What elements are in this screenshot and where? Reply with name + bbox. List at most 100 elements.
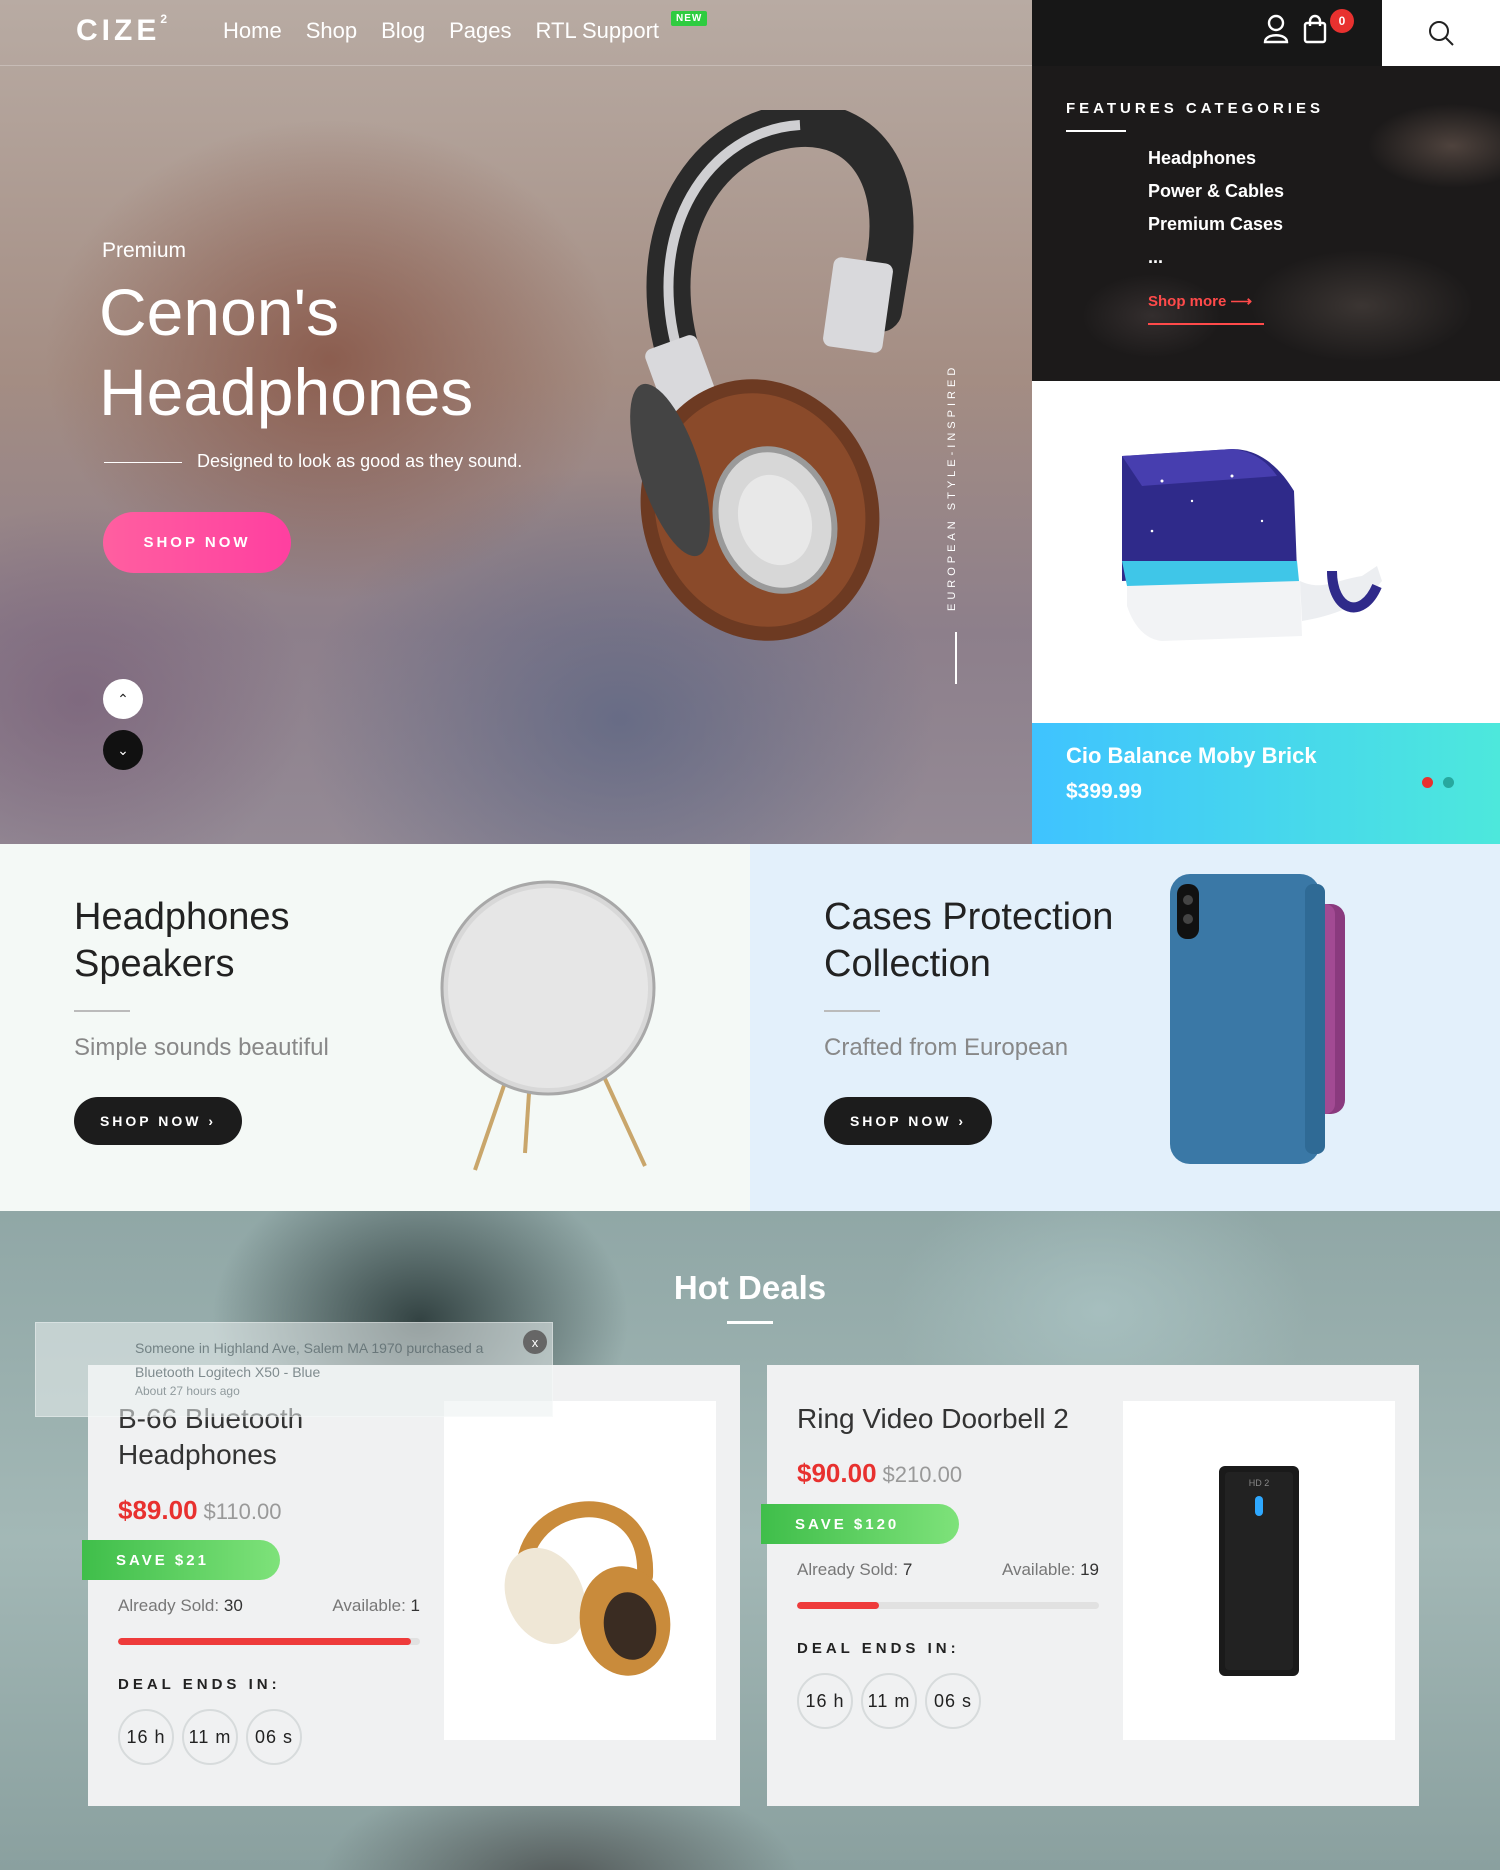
- countdown-minutes: 11 m: [182, 1709, 238, 1765]
- features-title-underline: [1066, 130, 1126, 132]
- slide-prev-button[interactable]: ⌃: [103, 679, 143, 719]
- slider-dot-active[interactable]: [1422, 777, 1433, 788]
- hero-slider: CIZE2 Home Shop Blog Pages RTL Support N…: [0, 0, 1032, 844]
- banner-title: Headphones Speakers: [74, 896, 290, 985]
- doorbell-image: HD 2: [1219, 1465, 1299, 1676]
- banner-cases-protection: Cases Protection Collection Crafted from…: [750, 844, 1500, 1211]
- close-icon: x: [531, 1334, 539, 1350]
- save-badge: SAVE $21: [82, 1540, 280, 1580]
- available-count: Available: 1: [288, 1596, 420, 1616]
- search-button[interactable]: [1382, 0, 1500, 66]
- phone-case-image: [1170, 874, 1345, 1164]
- deal-price: $90.00 $210.00: [797, 1458, 962, 1489]
- hero-shop-now-button[interactable]: SHOP NOW: [103, 512, 291, 573]
- banner-headphones-speakers: Headphones Speakers Simple sounds beauti…: [0, 844, 750, 1211]
- cart-count-badge: 0: [1330, 9, 1354, 33]
- featured-product-price: $399.99: [1066, 780, 1142, 803]
- banner-shop-now-button[interactable]: SHOP NOW ›: [824, 1097, 992, 1145]
- available-label: Available:: [1001, 1560, 1076, 1579]
- deal-product-image[interactable]: HD 2: [1123, 1401, 1395, 1740]
- deal-current-price: $90.00: [797, 1458, 877, 1488]
- feature-item-more: ...: [1148, 247, 1164, 267]
- site-logo[interactable]: CIZE2: [76, 12, 167, 48]
- featured-product-image-box[interactable]: [1032, 381, 1500, 723]
- close-notification-button[interactable]: x: [523, 1330, 547, 1354]
- deal-product-name[interactable]: Ring Video Doorbell 2: [797, 1401, 1097, 1437]
- countdown-hours: 16 h: [118, 1709, 174, 1765]
- nav-rtl-support[interactable]: RTL Support: [536, 18, 660, 44]
- features-title: FEATURES CATEGORIES: [1066, 100, 1324, 117]
- user-icon[interactable]: [1262, 14, 1290, 44]
- hero-tagline: Designed to look as good as they sound.: [197, 451, 523, 471]
- countdown-minutes: 11 m: [861, 1673, 917, 1729]
- chevron-down-icon: ⌄: [117, 741, 129, 758]
- speaker-image: [440, 880, 656, 1171]
- banner-subtitle: Crafted from European: [824, 1034, 1069, 1061]
- available-label: Available:: [332, 1596, 406, 1615]
- deal-card[interactable]: B-66 Bluetooth Headphones $89.00 $110.00 …: [82, 1365, 740, 1806]
- deal-ends-label: DEAL ENDS IN:: [118, 1676, 281, 1693]
- countdown-hours: 16 h: [797, 1673, 853, 1729]
- banner-divider: [74, 1010, 130, 1012]
- banner-subtitle: Simple sounds beautiful: [74, 1034, 329, 1061]
- sold-count: Already Sold: 30: [118, 1596, 243, 1616]
- countdown-seconds: 06 s: [925, 1673, 981, 1729]
- sold-value: 30: [223, 1596, 243, 1615]
- sold-progress-bar: [797, 1602, 1099, 1609]
- deal-product-image[interactable]: [444, 1401, 716, 1740]
- deal-old-price: $210.00: [882, 1462, 963, 1487]
- moby-brick-image: [1122, 449, 1382, 641]
- features-list: Headphones Power & Cables Premium Cases …: [1148, 148, 1284, 280]
- hot-deals-title: Hot Deals: [673, 1269, 827, 1306]
- featured-product-caption: Cio Balance Moby Brick $399.99: [1032, 723, 1500, 844]
- nav-home[interactable]: Home: [223, 18, 282, 44]
- banner-shop-now-button[interactable]: SHOP NOW ›: [74, 1097, 242, 1145]
- sold-progress-fill: [118, 1638, 411, 1645]
- countdown-seconds: 06 s: [246, 1709, 302, 1765]
- shop-more-label: Shop more: [1148, 293, 1227, 310]
- deal-card[interactable]: Ring Video Doorbell 2 $90.00 $210.00 SAVE…: [761, 1365, 1419, 1806]
- notification-text: Someone in Highland Ave, Salem MA 1970 p…: [135, 1340, 484, 1380]
- featured-product-name[interactable]: Cio Balance Moby Brick: [1066, 743, 1317, 769]
- sold-progress-bar: [118, 1638, 420, 1645]
- chevron-up-icon: ⌃: [117, 690, 129, 707]
- feature-item-headphones[interactable]: Headphones: [1148, 148, 1284, 181]
- slider-dot[interactable]: [1443, 777, 1454, 788]
- sold-progress-fill: [797, 1602, 879, 1609]
- banner-title: Cases Protection Collection: [824, 896, 1114, 985]
- deal-current-price: $89.00: [118, 1495, 198, 1525]
- hot-deals-section: Hot Deals B-66 Bluetooth Headphones $89.…: [0, 1211, 1500, 1870]
- vertical-caption-line: [955, 632, 957, 684]
- available-count: Available: 19: [967, 1560, 1099, 1580]
- shop-more-link[interactable]: Shop more ⟶: [1148, 292, 1252, 310]
- hot-deals-underline: [727, 1321, 773, 1324]
- hero-subtitle: Premium: [102, 239, 187, 262]
- deal-price: $89.00 $110.00: [118, 1495, 281, 1526]
- deal-old-price: $110.00: [203, 1499, 282, 1524]
- sold-label: Already Sold:: [797, 1560, 899, 1579]
- shop-more-underline: [1148, 323, 1264, 325]
- purchase-notification[interactable]: Someone in Highland Ave, Salem MA 1970 p…: [35, 1322, 553, 1417]
- deal-ends-label: DEAL ENDS IN:: [797, 1640, 960, 1657]
- banner-divider: [824, 1010, 880, 1012]
- new-badge: NEW: [671, 11, 708, 26]
- search-icon: [1429, 21, 1454, 46]
- feature-item-power-cables[interactable]: Power & Cables: [1148, 181, 1284, 214]
- header-actions: [1032, 0, 1382, 66]
- slide-next-button[interactable]: ⌄: [103, 730, 143, 770]
- features-categories-panel: FEATURES CATEGORIES Headphones Power & C…: [1032, 66, 1500, 381]
- sold-label: Already Sold:: [118, 1596, 220, 1615]
- notification-time: About 27 hours ago: [135, 1384, 240, 1398]
- available-value: 1: [410, 1596, 420, 1615]
- main-menu: Home Shop Blog Pages RTL Support: [223, 18, 659, 44]
- headphones-image: [504, 1500, 671, 1676]
- nav-shop[interactable]: Shop: [306, 18, 357, 44]
- nav-pages[interactable]: Pages: [449, 18, 511, 44]
- vertical-caption: EUROPEAN STYLE-INSPIRED: [946, 363, 958, 612]
- nav-blog[interactable]: Blog: [381, 18, 425, 44]
- arrow-right-icon: ⟶: [1230, 293, 1253, 310]
- headphones-image: [630, 110, 914, 641]
- feature-item-premium-cases[interactable]: Premium Cases: [1148, 214, 1284, 247]
- cart-icon[interactable]: [1302, 14, 1328, 44]
- tagline-divider: [104, 462, 182, 463]
